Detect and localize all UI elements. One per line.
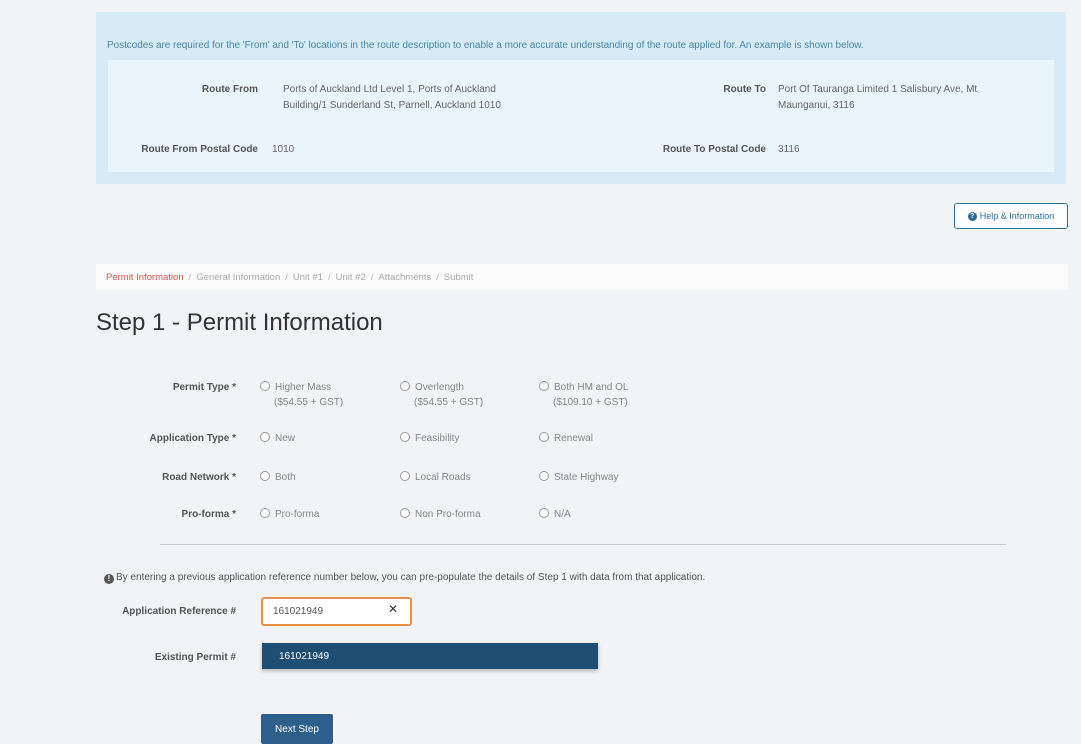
option-label: Renewal xyxy=(554,433,593,444)
option-label: Both xyxy=(275,472,296,483)
route-to-postal-label: Route To Postal Code xyxy=(662,144,766,155)
radio-circle-icon[interactable] xyxy=(400,471,410,481)
breadcrumb-separator: / xyxy=(327,271,331,283)
breadcrumb-submit[interactable]: Submit xyxy=(444,272,474,283)
route-from-line2: Building/1 Sunderland St, Parnell, Auckl… xyxy=(283,100,501,111)
breadcrumb-permit-information[interactable]: Permit Information xyxy=(106,272,184,283)
road-network-state-highway[interactable]: State Highway xyxy=(539,470,618,485)
clear-icon[interactable]: ✕ xyxy=(386,602,400,616)
route-from-postal-value: 1010 xyxy=(272,144,295,155)
breadcrumb: Permit Information / General Information… xyxy=(96,264,1068,290)
radio-circle-icon[interactable] xyxy=(400,508,410,518)
route-from-value: Ports of Auckland Ltd Level 1, Ports of … xyxy=(283,82,501,114)
application-type-renewal[interactable]: Renewal xyxy=(539,431,593,446)
road-network-both[interactable]: Both xyxy=(260,470,296,485)
breadcrumb-separator: / xyxy=(370,271,374,283)
application-reference-label: Application Reference # xyxy=(122,606,236,617)
option-label: Higher Mass xyxy=(275,382,332,393)
option-label: Both HM and OL xyxy=(554,382,629,393)
option-label: New xyxy=(275,433,296,444)
option-price: ($54.55 + GST) xyxy=(274,397,344,408)
radio-circle-icon[interactable] xyxy=(260,508,270,518)
radio-circle-icon[interactable] xyxy=(400,432,410,442)
breadcrumb-separator: / xyxy=(436,271,439,283)
route-example: Route From Ports of Auckland Ltd Level 1… xyxy=(108,60,1054,172)
permit-type-overlength[interactable]: Overlength ($54.55 + GST) xyxy=(400,380,483,410)
permit-type-label: Permit Type * xyxy=(172,382,236,393)
next-step-button[interactable]: Next Step xyxy=(261,714,333,744)
radio-circle-icon[interactable] xyxy=(539,432,549,442)
road-network-local-roads[interactable]: Local Roads xyxy=(400,470,471,485)
option-price: ($109.10 + GST) xyxy=(553,397,628,408)
option-label: Local Roads xyxy=(415,472,471,483)
radio-circle-icon[interactable] xyxy=(260,432,270,442)
breadcrumb-unit-2[interactable]: Unit #2 xyxy=(336,272,366,283)
permit-type-both[interactable]: Both HM and OL ($109.10 + GST) xyxy=(539,380,628,410)
pro-forma-pro-forma[interactable]: Pro-forma xyxy=(260,507,319,522)
breadcrumb-general-information[interactable]: General Information xyxy=(196,272,280,283)
info-circle-icon: ? xyxy=(967,211,977,221)
radio-circle-icon[interactable] xyxy=(539,508,549,518)
breadcrumb-unit-1[interactable]: Unit #1 xyxy=(293,272,323,283)
pro-forma-non-pro-forma[interactable]: Non Pro-forma xyxy=(400,507,481,522)
postcode-notice: Postcodes are required for the 'From' an… xyxy=(96,12,1066,184)
divider xyxy=(160,544,1006,545)
permit-type-higher-mass[interactable]: Higher Mass ($54.55 + GST) xyxy=(260,380,343,410)
route-to-postal-value: 3116 xyxy=(778,144,800,155)
route-to-label: Route To xyxy=(723,84,766,95)
option-price: ($54.55 + GST) xyxy=(414,397,484,408)
radio-circle-icon[interactable] xyxy=(400,381,410,391)
application-type-new[interactable]: New xyxy=(260,431,295,446)
option-label: State Highway xyxy=(554,472,619,483)
route-from-postal-label: Route From Postal Code xyxy=(141,144,258,155)
radio-circle-icon[interactable] xyxy=(260,471,270,481)
tip-text: By entering a previous application refer… xyxy=(116,572,706,583)
radio-circle-icon[interactable] xyxy=(539,471,549,481)
application-type-label: Application Type * xyxy=(149,433,237,444)
page-title: Step 1 - Permit Information xyxy=(96,309,383,336)
help-information-button[interactable]: ? Help & Information xyxy=(954,203,1068,229)
existing-permit-label: Existing Permit # xyxy=(154,652,236,663)
help-button-label: Help & Information xyxy=(979,211,1055,221)
breadcrumb-attachments[interactable]: Attachments xyxy=(378,272,431,283)
option-label: Non Pro-forma xyxy=(415,509,481,520)
application-type-feasibility[interactable]: Feasibility xyxy=(400,431,459,446)
route-to-line2: Maunganui, 3116 xyxy=(778,100,855,111)
route-to-line1: Port Of Tauranga Limited 1 Salisbury Ave… xyxy=(778,84,978,95)
breadcrumb-separator: / xyxy=(285,271,288,283)
option-label: Feasibility xyxy=(415,433,460,444)
prepopulate-tip: ! By entering a previous application refe… xyxy=(104,572,705,584)
option-label: N/A xyxy=(554,509,571,520)
autocomplete-suggestion[interactable]: 161021949 xyxy=(262,643,598,669)
route-to-value: Port Of Tauranga Limited 1 Salisbury Ave… xyxy=(778,82,977,114)
radio-circle-icon[interactable] xyxy=(260,381,270,391)
info-circle-icon: ! xyxy=(104,573,114,584)
road-network-label: Road Network * xyxy=(162,472,236,483)
page: Postcodes are required for the 'From' an… xyxy=(0,0,1081,744)
pro-forma-label: Pro-forma * xyxy=(181,509,236,520)
option-label: Overlength xyxy=(415,382,464,393)
route-from-label: Route From xyxy=(201,84,258,95)
pro-forma-na[interactable]: N/A xyxy=(539,507,571,522)
route-from-line1: Ports of Auckland Ltd Level 1, Ports of … xyxy=(283,84,496,95)
notice-text: Postcodes are required for the 'From' an… xyxy=(107,40,864,51)
radio-circle-icon[interactable] xyxy=(539,381,549,391)
option-label: Pro-forma xyxy=(275,509,320,520)
breadcrumb-separator: / xyxy=(188,271,192,283)
